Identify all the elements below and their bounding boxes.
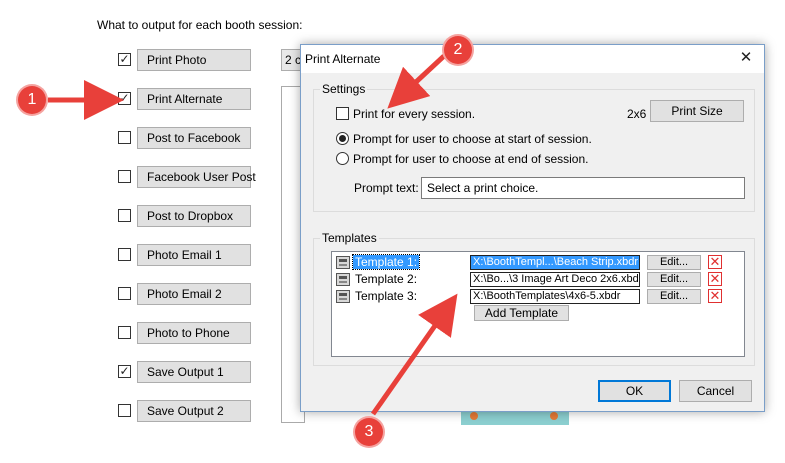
callout-1: 1 bbox=[18, 86, 46, 114]
callout-2: 2 bbox=[444, 36, 472, 64]
annotation-arrows bbox=[48, 54, 458, 416]
arrow-3 bbox=[370, 293, 458, 416]
arrow-2 bbox=[387, 54, 446, 109]
callout-3: 3 bbox=[355, 418, 383, 446]
